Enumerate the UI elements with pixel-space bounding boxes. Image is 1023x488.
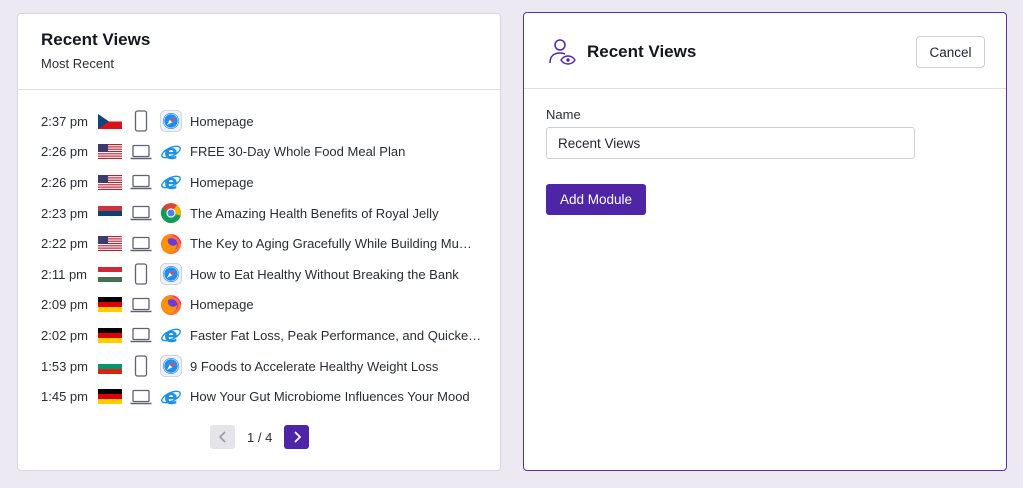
svg-text:e: e: [164, 386, 178, 408]
laptop-icon: [130, 386, 152, 408]
list-item[interactable]: 2:23 pm The Amazing Health Benefits of Ro…: [41, 198, 491, 229]
germany-flag-icon: [98, 297, 122, 313]
page-indicator: 1 / 4: [247, 429, 273, 445]
hungary-flag-icon: [98, 266, 122, 282]
card-subtitle: Most Recent: [41, 56, 114, 71]
firefox-icon: [160, 233, 182, 255]
recent-views-card: Recent Views Most Recent 2:37 pm Homepage…: [17, 13, 501, 471]
chrome-icon: [160, 202, 182, 224]
view-time: 1:53 pm: [41, 358, 88, 374]
chevron-left-icon: [218, 431, 226, 443]
safari-icon: [160, 110, 182, 133]
list-item[interactable]: 2:02 pm e Faster Fat Loss, Peak Performanc…: [41, 320, 491, 351]
mobile-phone-icon: [130, 355, 152, 377]
view-time: 1:45 pm: [41, 389, 88, 405]
svg-text:e: e: [164, 324, 178, 346]
editor-title: Recent Views: [587, 42, 697, 61]
list-item[interactable]: 1:53 pm 9 Foods to Accelerate Healthy Wei…: [41, 351, 491, 382]
editor-header: Recent Views Cancel: [524, 13, 1006, 89]
list-item[interactable]: 2:37 pm Homepage: [41, 106, 491, 137]
card-header: Recent Views Most Recent: [18, 14, 500, 90]
laptop-icon: [130, 171, 152, 193]
name-input[interactable]: [546, 127, 915, 159]
page-title-link[interactable]: Homepage: [190, 114, 491, 129]
germany-flag-icon: [98, 327, 122, 343]
view-time: 2:09 pm: [41, 297, 88, 313]
bulgaria-flag-icon: [98, 358, 122, 374]
view-time: 2:26 pm: [41, 174, 88, 190]
mobile-phone-icon: [130, 263, 152, 285]
united-states-flag-icon: [98, 144, 122, 160]
serbia-flag-icon: [98, 205, 122, 221]
page-title-link[interactable]: The Key to Aging Gracefully While Buildi…: [190, 236, 491, 251]
page-title-link[interactable]: FREE 30-Day Whole Food Meal Plan: [190, 144, 491, 159]
safari-icon: [160, 263, 182, 286]
page-title-link[interactable]: 9 Foods to Accelerate Healthy Weight Los…: [190, 359, 491, 374]
page-title-link[interactable]: The Amazing Health Benefits of Royal Jel…: [190, 206, 491, 221]
pagination: 1 / 4: [210, 425, 310, 449]
card-title: Recent Views: [41, 30, 151, 49]
view-time: 2:26 pm: [41, 144, 88, 160]
user-eye-icon: [549, 39, 576, 65]
laptop-icon: [130, 202, 152, 224]
svg-text:e: e: [164, 141, 178, 163]
next-page-button[interactable]: [284, 425, 310, 449]
page-title-link[interactable]: How to Eat Healthy Without Breaking the …: [190, 267, 491, 282]
internet-explorer-icon: e: [160, 170, 182, 194]
united-states-flag-icon: [98, 236, 122, 252]
list-item[interactable]: 2:26 pm e FREE 30-Day Whole Food Meal Plan: [41, 137, 491, 168]
svg-text:e: e: [164, 171, 178, 193]
czech-republic-flag-icon: [98, 113, 122, 129]
list-item[interactable]: 2:26 pm e Homepage: [41, 167, 491, 198]
laptop-icon: [130, 233, 152, 255]
module-editor-card: Recent Views Cancel Name Add Module: [523, 12, 1007, 471]
laptop-icon: [130, 141, 152, 163]
view-time: 2:22 pm: [41, 236, 88, 252]
view-time: 2:11 pm: [41, 266, 88, 282]
list-item[interactable]: 2:09 pm Homepage: [41, 290, 491, 321]
view-time: 2:37 pm: [41, 113, 88, 129]
internet-explorer-icon: e: [160, 140, 182, 164]
page-title-link[interactable]: Faster Fat Loss, Peak Performance, and Q…: [190, 328, 491, 343]
recent-views-list: 2:37 pm Homepage 2:26 pm e FREE 30-Day Whole…: [41, 106, 491, 412]
view-time: 2:23 pm: [41, 205, 88, 221]
list-item[interactable]: 2:11 pm How to Eat Healthy Without Breaki…: [41, 259, 491, 290]
list-item[interactable]: 1:45 pm e How Your Gut Microbiome Influenc…: [41, 381, 491, 412]
mobile-phone-icon: [130, 110, 152, 132]
united-states-flag-icon: [98, 174, 122, 190]
chevron-right-icon: [294, 431, 302, 443]
previous-page-button[interactable]: [210, 425, 235, 449]
name-field-label: Name: [546, 107, 581, 122]
internet-explorer-icon: e: [160, 385, 182, 409]
laptop-icon: [130, 294, 152, 316]
safari-icon: [160, 355, 182, 377]
laptop-icon: [130, 324, 152, 346]
list-item[interactable]: 2:22 pm The Key to Aging Gracefully While…: [41, 228, 491, 259]
page-title-link[interactable]: How Your Gut Microbiome Influences Your …: [190, 389, 491, 404]
page-title-link[interactable]: Homepage: [190, 297, 491, 312]
add-module-button[interactable]: Add Module: [546, 184, 646, 215]
internet-explorer-icon: e: [160, 323, 182, 347]
firefox-icon: [160, 294, 182, 316]
page-title-link[interactable]: Homepage: [190, 175, 491, 190]
germany-flag-icon: [98, 389, 122, 405]
view-time: 2:02 pm: [41, 327, 88, 343]
cancel-button[interactable]: Cancel: [916, 36, 985, 68]
